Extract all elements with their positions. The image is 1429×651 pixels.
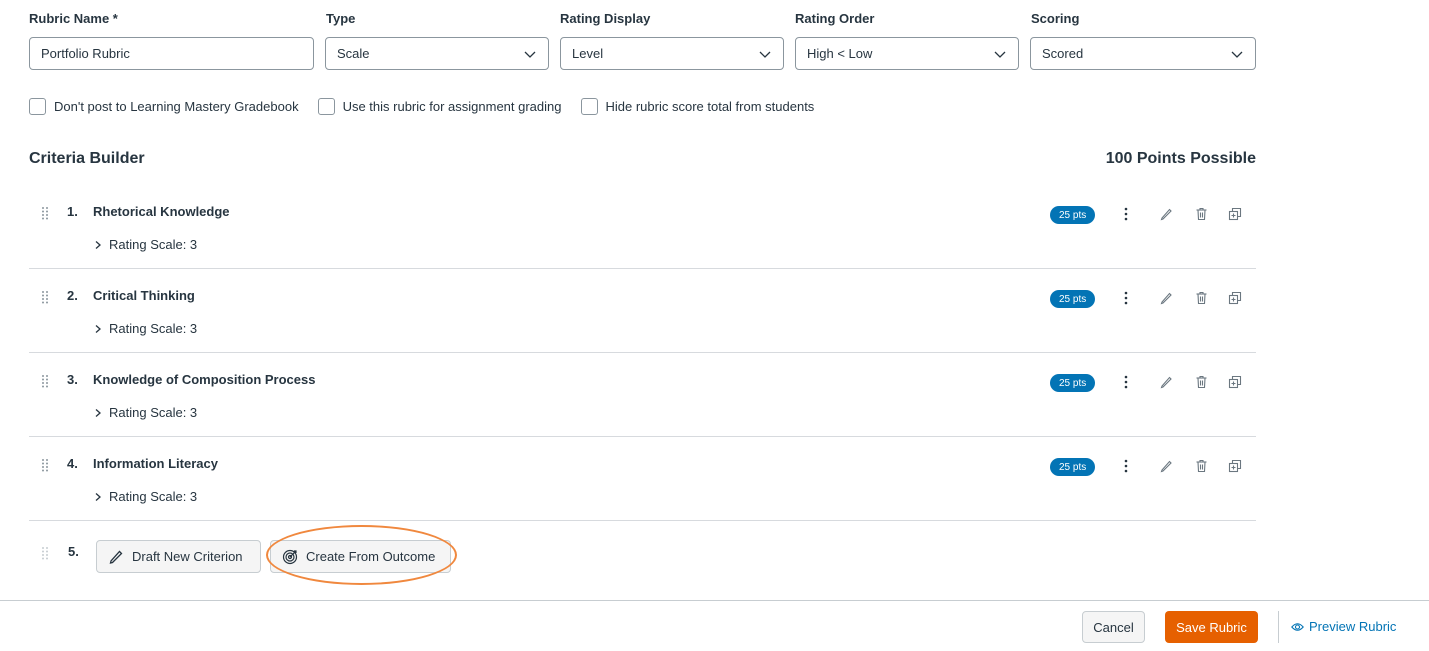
chevron-down-icon xyxy=(524,51,536,58)
draft-new-criterion-button[interactable]: Draft New Criterion xyxy=(96,540,261,573)
draft-new-criterion-label: Draft New Criterion xyxy=(132,549,243,564)
create-from-outcome-label: Create From Outcome xyxy=(306,549,436,564)
option-hide-score-total[interactable]: Hide rubric score total from students xyxy=(580,98,815,115)
eye-icon xyxy=(1291,622,1304,631)
rating-scale-toggle[interactable]: Rating Scale: 3 xyxy=(93,321,197,336)
rating-display-select-value: Level xyxy=(572,46,604,61)
rating-order-select[interactable]: High < Low xyxy=(795,37,1019,70)
criterion-number: 5. xyxy=(68,544,79,559)
criterion-number: 4. xyxy=(67,456,78,471)
criterion-title: Rhetorical Knowledge xyxy=(93,204,230,219)
preview-rubric-label: Preview Rubric xyxy=(1309,619,1397,634)
rubric-name-label: Rubric Name * xyxy=(29,11,118,26)
chevron-right-icon xyxy=(95,408,101,417)
rating-display-select[interactable]: Level xyxy=(560,37,784,70)
drag-handle-icon[interactable] xyxy=(41,290,49,304)
trash-icon[interactable] xyxy=(1191,204,1211,224)
create-from-outcome-button[interactable]: Create From Outcome xyxy=(270,540,451,573)
criterion-title: Knowledge of Composition Process xyxy=(93,372,316,387)
rating-scale-toggle[interactable]: Rating Scale: 3 xyxy=(93,405,197,420)
rating-display-label: Rating Display xyxy=(560,11,651,26)
chevron-down-icon xyxy=(994,51,1006,58)
option-assignment-grading[interactable]: Use this rubric for assignment grading xyxy=(317,98,562,115)
save-rubric-button[interactable]: Save Rubric xyxy=(1165,611,1258,643)
option-label: Hide rubric score total from students xyxy=(605,99,815,114)
rating-scale-label: Rating Scale: 3 xyxy=(109,489,198,504)
pencil-icon[interactable] xyxy=(1156,288,1176,308)
type-select[interactable]: Scale xyxy=(325,37,549,70)
type-label: Type xyxy=(326,11,356,26)
pencil-icon[interactable] xyxy=(1156,204,1176,224)
chevron-down-icon xyxy=(759,51,771,58)
criterion-row: 3. Knowledge of Composition Process Rati… xyxy=(29,353,1256,437)
chevron-right-icon xyxy=(95,324,101,333)
criterion-row: 1. Rhetorical Knowledge Rating Scale: 3 … xyxy=(29,185,1256,269)
new-criterion-row: 5. Draft New Criterion Create From Outco… xyxy=(29,522,1256,592)
criterion-row: 4. Information Literacy Rating Scale: 3 … xyxy=(29,437,1256,521)
criterion-title: Information Literacy xyxy=(93,456,218,471)
cancel-button[interactable]: Cancel xyxy=(1082,611,1145,643)
trash-icon[interactable] xyxy=(1191,288,1211,308)
rating-scale-label: Rating Scale: 3 xyxy=(109,321,198,336)
points-badge: 25 pts xyxy=(1050,290,1096,308)
more-options-icon[interactable] xyxy=(1116,456,1136,476)
drag-handle-icon[interactable] xyxy=(41,374,49,388)
trash-icon[interactable] xyxy=(1191,456,1211,476)
scoring-select[interactable]: Scored xyxy=(1030,37,1256,70)
duplicate-icon[interactable] xyxy=(1225,204,1245,224)
criterion-number: 2. xyxy=(67,288,78,303)
drag-handle-icon xyxy=(42,547,48,560)
criteria-builder-title: Criteria Builder xyxy=(29,150,145,167)
rating-scale-label: Rating Scale: 3 xyxy=(109,405,198,420)
rating-order-label: Rating Order xyxy=(795,11,875,26)
rating-order-select-value: High < Low xyxy=(807,46,873,61)
points-badge: 25 pts xyxy=(1050,374,1096,392)
preview-rubric-link[interactable]: Preview Rubric xyxy=(1291,619,1396,634)
points-badge: 25 pts xyxy=(1050,458,1096,476)
chevron-right-icon xyxy=(95,492,101,501)
pencil-icon xyxy=(109,550,123,564)
footer-separator xyxy=(1278,611,1279,643)
checkbox[interactable] xyxy=(317,98,335,115)
criterion-row: 2. Critical Thinking Rating Scale: 3 25 … xyxy=(29,269,1256,353)
pencil-icon[interactable] xyxy=(1156,372,1176,392)
checkbox[interactable] xyxy=(580,98,598,115)
rubric-name-input[interactable]: Portfolio Rubric xyxy=(29,37,314,70)
rating-scale-label: Rating Scale: 3 xyxy=(109,237,198,252)
rating-scale-toggle[interactable]: Rating Scale: 3 xyxy=(93,489,197,504)
criterion-number: 1. xyxy=(67,204,78,219)
points-badge: 25 pts xyxy=(1050,206,1096,224)
more-options-icon[interactable] xyxy=(1116,288,1136,308)
checkbox[interactable] xyxy=(29,98,46,115)
rubric-name-value: Portfolio Rubric xyxy=(41,46,130,61)
type-select-value: Scale xyxy=(337,46,370,61)
chevron-right-icon xyxy=(95,240,101,249)
option-no-mastery-gradebook[interactable]: Don't post to Learning Mastery Gradebook xyxy=(29,98,299,115)
option-label: Don't post to Learning Mastery Gradebook xyxy=(54,99,299,114)
duplicate-icon[interactable] xyxy=(1225,288,1245,308)
points-possible: 100 Points Possible xyxy=(1105,150,1256,167)
scoring-label: Scoring xyxy=(1031,11,1080,26)
scoring-select-value: Scored xyxy=(1042,46,1084,61)
drag-handle-icon[interactable] xyxy=(41,458,49,472)
pencil-icon[interactable] xyxy=(1156,456,1176,476)
rating-scale-toggle[interactable]: Rating Scale: 3 xyxy=(93,237,197,252)
criterion-number: 3. xyxy=(67,372,78,387)
more-options-icon[interactable] xyxy=(1116,372,1136,392)
trash-icon[interactable] xyxy=(1191,372,1211,392)
duplicate-icon[interactable] xyxy=(1225,456,1245,476)
option-label: Use this rubric for assignment grading xyxy=(342,99,562,114)
duplicate-icon[interactable] xyxy=(1225,372,1245,392)
rubric-options: Don't post to Learning Mastery Gradebook… xyxy=(29,98,833,115)
drag-handle-icon[interactable] xyxy=(41,206,49,220)
chevron-down-icon xyxy=(1231,51,1243,58)
target-icon xyxy=(282,549,298,564)
footer-divider-line xyxy=(0,600,1429,601)
more-options-icon[interactable] xyxy=(1116,204,1136,224)
criterion-title: Critical Thinking xyxy=(93,288,195,303)
